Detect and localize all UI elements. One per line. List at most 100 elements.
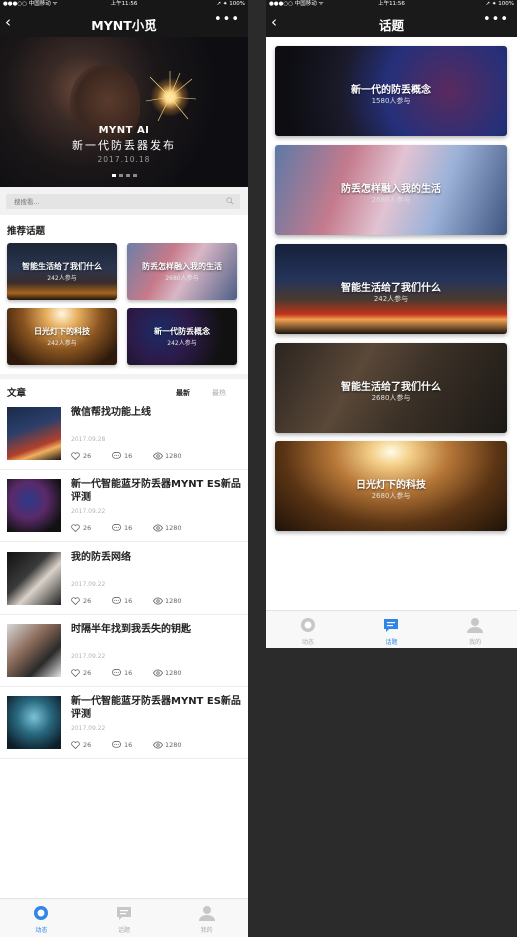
status-bar: ●●●○○ 中国移动 ᯤ 上午11:56 ➚ ⁕ 100% <box>0 0 248 8</box>
battery-text: ➚ ⁕ 100% <box>216 1 245 7</box>
article-title: 新一代智能蓝牙防丢器MYNT ES新品评测 <box>71 479 241 503</box>
carousel-dot[interactable] <box>125 174 130 177</box>
article-thumbnail <box>7 624 61 677</box>
heart-icon <box>71 597 80 605</box>
home-screen: ●●●○○ 中国移动 ᯤ 上午11:56 ➚ ⁕ 100% ‹ MYNT小觅 •… <box>0 0 248 937</box>
article-stats: 26 16 1280 <box>71 740 241 750</box>
article-item[interactable]: 新一代智能蓝牙防丢器MYNT ES新品评测 2017.09.22 26 16 1280 <box>0 470 248 542</box>
tab-latest[interactable]: 最新 <box>176 388 190 398</box>
topic-card[interactable]: 新一代的防丢概念 1580人参与 <box>275 46 507 136</box>
topic-card[interactable]: 智能生活给了我们什么 242人参与 <box>7 243 117 300</box>
search-input[interactable] <box>14 194 214 209</box>
tab-topic[interactable]: 话题 <box>83 899 166 937</box>
user-icon <box>467 618 484 633</box>
article-item[interactable]: 新一代智能蓝牙防丢器MYNT ES新品评测 2017.09.22 26 16 1280 <box>0 687 248 759</box>
hero-banner[interactable]: MYNT AI 新一代防丢器发布 2017.10.18 <box>0 37 248 187</box>
tab-label: 话题 <box>117 927 130 934</box>
article-date: 2017.09.22 <box>71 581 106 588</box>
view-count: 1280 <box>165 524 182 532</box>
article-title: 我的防丢网络 <box>71 552 131 563</box>
comment-count: 16 <box>124 741 133 749</box>
tab-topic[interactable]: 话题 <box>350 611 434 648</box>
article-stats: 26 16 1280 <box>71 451 241 461</box>
carousel-dots <box>0 174 248 177</box>
comment-icon <box>112 669 121 676</box>
topic-card-count: 2680人参与 <box>371 492 411 500</box>
article-date: 2017.09.28 <box>71 436 106 443</box>
like-count: 26 <box>83 669 92 677</box>
topic-card-count: 242人参与 <box>373 295 409 303</box>
topic-card-title: 防丢怎样融入我的生活 <box>341 184 441 195</box>
tab-bar: 动态 话题 我的 <box>266 610 517 648</box>
carousel-dot-active[interactable] <box>111 174 116 177</box>
article-date: 2017.09.22 <box>71 653 106 660</box>
eye-icon <box>153 597 163 605</box>
view-count: 1280 <box>165 597 182 605</box>
like-count: 26 <box>83 452 92 460</box>
comment-count: 16 <box>124 669 133 677</box>
topic-card-title: 防丢怎样融入我的生活 <box>142 262 222 271</box>
article-title: 微信帮找功能上线 <box>71 407 151 418</box>
topic-card[interactable]: 日光灯下的科技 2680人参与 <box>275 441 507 531</box>
status-bar: ●●●○○ 中国移动 ᯤ 上午11:56 ➚ ⁕ 100% <box>266 0 517 8</box>
topic-card-title: 新一代的防丢概念 <box>351 85 431 96</box>
tab-dynamic[interactable]: 动态 <box>0 899 83 937</box>
eye-icon <box>153 524 163 532</box>
comment-count: 16 <box>124 597 133 605</box>
heart-icon <box>71 524 80 532</box>
more-icon[interactable]: ••• <box>483 12 509 27</box>
article-item[interactable]: 微信帮找功能上线 2017.09.28 26 16 1280 <box>0 398 248 470</box>
comment-icon <box>112 452 121 459</box>
battery-text: ➚ ⁕ 100% <box>485 1 514 7</box>
topic-card[interactable]: 智能生活给了我们什么 2680人参与 <box>275 343 507 433</box>
page-title: 话题 <box>378 18 404 33</box>
dynamic-icon <box>34 906 49 920</box>
topic-card-count: 242人参与 <box>47 340 77 347</box>
topic-card-count: 2680人参与 <box>371 196 411 204</box>
eye-icon <box>153 669 163 677</box>
like-count: 26 <box>83 741 92 749</box>
article-stats: 26 16 1280 <box>71 668 241 678</box>
chat-icon <box>384 619 399 632</box>
tab-label: 话题 <box>385 639 398 646</box>
tab-mine[interactable]: 我的 <box>433 611 517 648</box>
heart-icon <box>71 741 80 749</box>
like-count: 26 <box>83 597 92 605</box>
search-icon[interactable] <box>226 197 234 205</box>
article-title: 时隔半年找到我丢失的钥匙 <box>71 624 191 635</box>
tab-dynamic[interactable]: 动态 <box>266 611 350 648</box>
topic-card[interactable]: 新一代防丢概念 242人参与 <box>127 308 237 365</box>
topics-screen: ●●●○○ 中国移动 ᯤ 上午11:56 ➚ ⁕ 100% ‹ 话题 ••• 新… <box>266 0 517 648</box>
comment-icon <box>112 524 121 531</box>
article-thumbnail <box>7 407 61 460</box>
carousel-dot[interactable] <box>118 174 123 177</box>
sparkler-icon <box>145 71 197 122</box>
topic-card[interactable]: 日光灯下的科技 242人参与 <box>7 308 117 365</box>
topic-card[interactable]: 防丢怎样融入我的生活 2680人参与 <box>275 145 507 235</box>
status-time: 上午11:56 <box>378 1 405 7</box>
article-item[interactable]: 时隔半年找到我丢失的钥匙 2017.09.22 26 16 1280 <box>0 615 248 687</box>
article-thumbnail <box>7 479 61 532</box>
tab-label: 动态 <box>35 927 48 934</box>
view-count: 1280 <box>165 741 182 749</box>
topic-card-title: 智能生活给了我们什么 <box>341 382 441 393</box>
article-thumbnail <box>7 696 61 749</box>
articles-title: 文章 <box>7 388 27 399</box>
tab-bar: 动态 话题 我的 <box>0 898 248 937</box>
search-box[interactable] <box>6 194 240 209</box>
comment-count: 16 <box>124 524 133 532</box>
topic-card[interactable]: 智能生活给了我们什么 242人参与 <box>275 244 507 334</box>
tab-hot[interactable]: 最热 <box>212 388 226 398</box>
like-count: 26 <box>83 524 92 532</box>
topic-card-title: 智能生活给了我们什么 <box>22 262 102 271</box>
tab-label: 动态 <box>301 639 314 646</box>
more-icon[interactable]: ••• <box>214 12 240 27</box>
carousel-dot[interactable] <box>132 174 137 177</box>
topic-card-count: 2680人参与 <box>371 394 411 402</box>
tab-mine[interactable]: 我的 <box>165 899 248 937</box>
tab-label: 我的 <box>200 927 213 934</box>
comment-icon <box>112 597 121 604</box>
topic-card[interactable]: 防丢怎样融入我的生活 2680人参与 <box>127 243 237 300</box>
article-title: 新一代智能蓝牙防丢器MYNT ES新品评测 <box>71 696 241 720</box>
article-item[interactable]: 我的防丢网络 2017.09.22 26 16 1280 <box>0 543 248 615</box>
